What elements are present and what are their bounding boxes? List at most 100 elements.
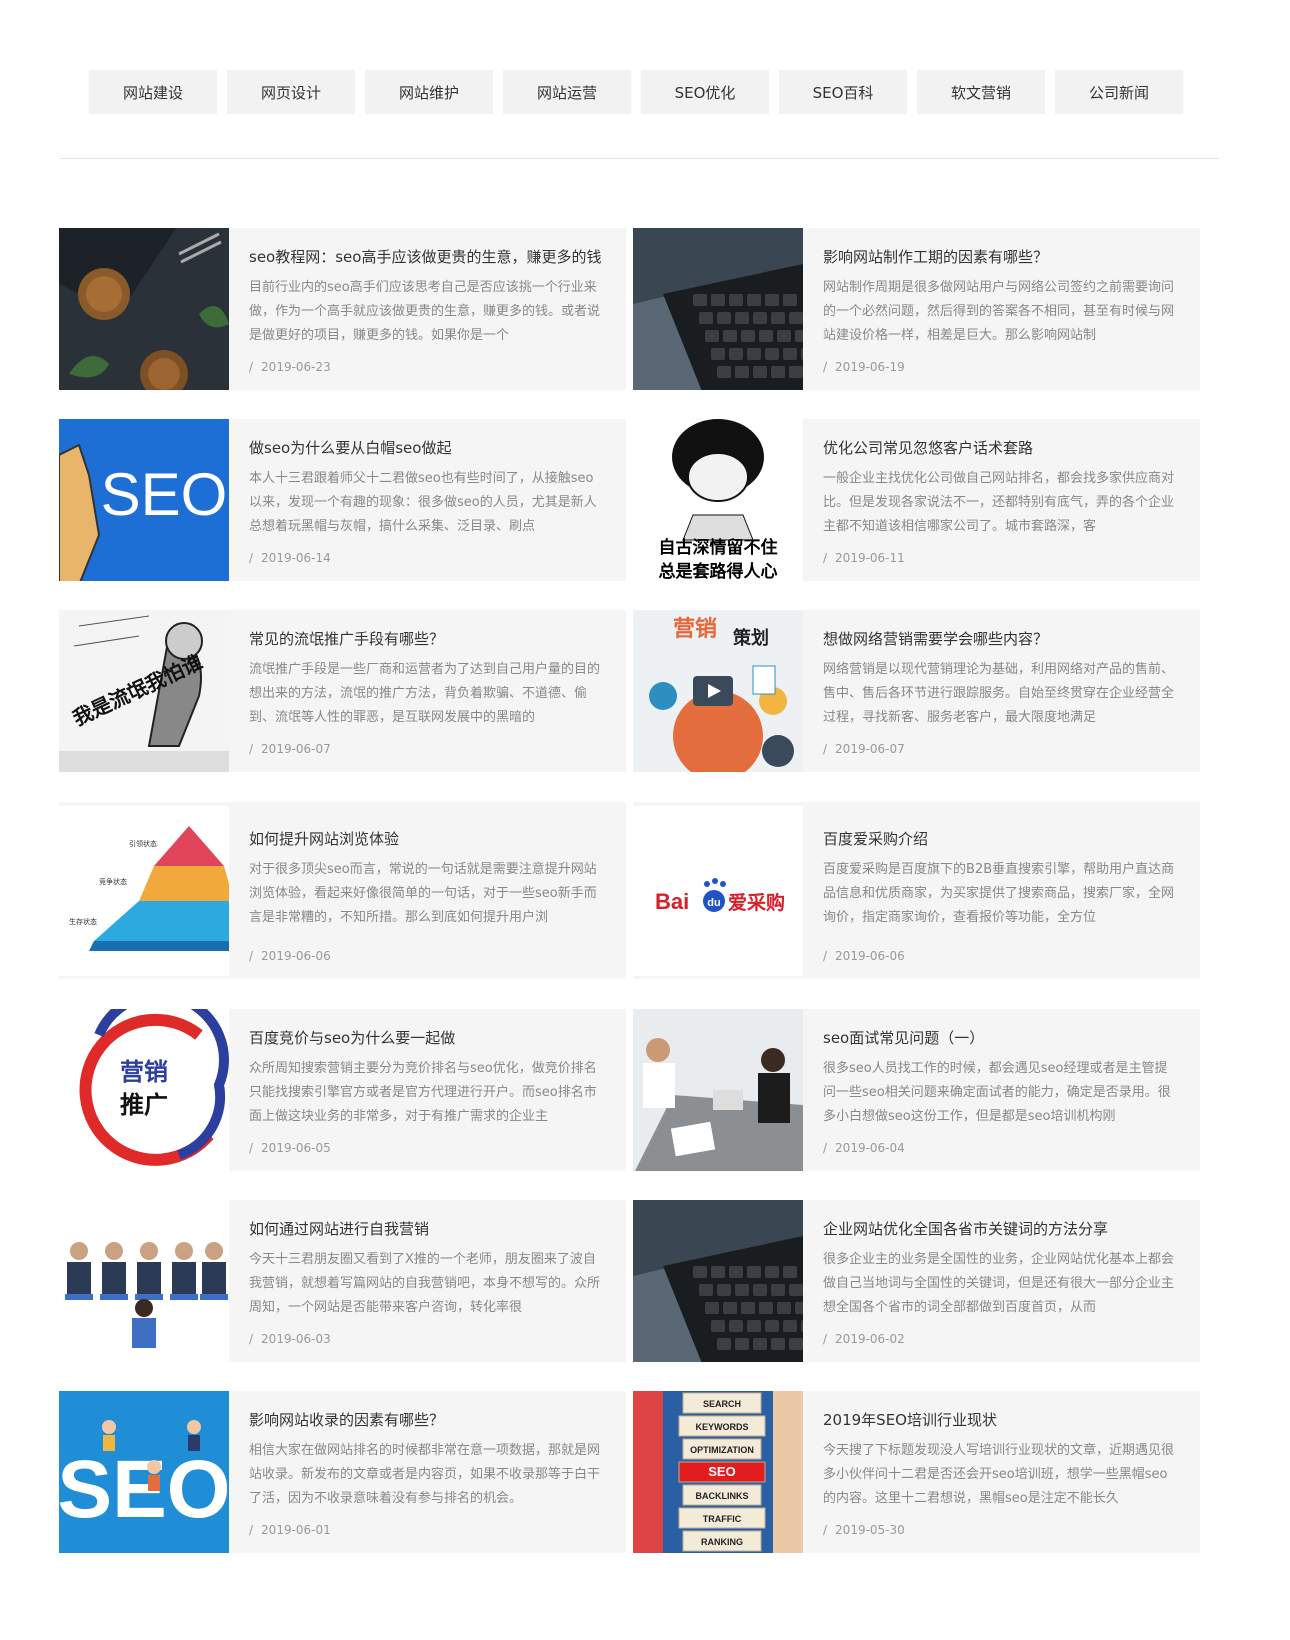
article-date: / 2019-06-19 (823, 360, 905, 374)
article-card[interactable]: 企业网站优化全国各省市关键词的方法分享很多企业主的业务是全国性的业务，企业网站优… (633, 1200, 1200, 1362)
svg-text:营销: 营销 (673, 617, 717, 642)
date-separator: / (249, 551, 254, 565)
article-excerpt: 对于很多顶尖seo而言，常说的一句话就是需要注意提升网站浏览体验，看起来好像很简… (249, 862, 597, 925)
article-thumbnail[interactable] (633, 1009, 803, 1171)
article-card[interactable]: 营销 策划 想做网络营销需要学会哪些内容？ 网络营销是以现代营销理论为基础，利用网… (633, 610, 1200, 772)
article-title[interactable]: 常见的流氓推广手段有哪些？ (249, 628, 606, 650)
article-date: / 2019-06-03 (249, 1332, 331, 1346)
article-body: 想做网络营销需要学会哪些内容？ 网络营销是以现代营销理论为基础，利用网络对产品的售… (803, 610, 1200, 772)
article-body: 如何提升网站浏览体验对于很多顶尖seo而言，常说的一句话就是需要注意提升网站浏览… (229, 802, 626, 979)
article-card[interactable]: Bai du 爱采购 百度爱采购介绍 百度爱采购是百度旗下的B2B垂直搜索引擎，帮助… (633, 802, 1200, 979)
article-card[interactable]: 我是流氓我怕谁 常见的流氓推广手段有哪些？ 流氓推广手段是一些厂商和运营者为了达到自… (59, 610, 626, 772)
date-separator: / (249, 1141, 254, 1155)
nav-item-6[interactable]: 软文营销 (917, 70, 1045, 114)
date-separator: / (823, 1332, 828, 1346)
date-value: 2019-06-11 (835, 551, 905, 565)
article-body: seo面试常见问题（一） 很多seo人员找工作的时候，都会遇见seo经理或者是主管… (803, 1009, 1200, 1171)
article-excerpt: 百度爱采购是百度旗下的B2B垂直搜索引擎，帮助用户直达商品信息和优质商家，为买家… (823, 862, 1175, 925)
article-excerpt: 很多seo人员找工作的时候，都会遇见seo经理或者是主管提问一些seo相关问题来… (823, 1061, 1171, 1124)
article-card[interactable]: 影响网站制作工期的因素有哪些？ 网站制作周期是很多做网站用户与网络公司签约之前需要… (633, 228, 1200, 390)
nav-item-2[interactable]: 网站维护 (365, 70, 493, 114)
svg-text:Bai: Bai (655, 889, 689, 914)
article-excerpt: 网络营销是以现代营销理论为基础，利用网络对产品的售前、售中、售后各环节进行跟踪服… (823, 662, 1175, 725)
article-card[interactable]: seo面试常见问题（一） 很多seo人员找工作的时候，都会遇见seo经理或者是主管… (633, 1009, 1200, 1171)
svg-text:BACKLINKS: BACKLINKS (696, 1491, 749, 1501)
article-title[interactable]: 想做网络营销需要学会哪些内容？ (823, 628, 1180, 650)
article-body: 企业网站优化全国各省市关键词的方法分享很多企业主的业务是全国性的业务，企业网站优… (803, 1200, 1200, 1362)
date-value: 2019-06-03 (261, 1332, 331, 1346)
svg-text:爱采购: 爱采购 (728, 891, 785, 914)
article-body: 影响网站收录的因素有哪些？ 相信大家在做网站排名的时候都非常在意一项数据，那就是网… (229, 1391, 626, 1553)
article-thumbnail[interactable]: SEO (59, 419, 229, 581)
article-title[interactable]: 百度竞价与seo为什么要一起做 (249, 1027, 606, 1049)
article-title[interactable]: seo教程网：seo高手应该做更贵的生意，赚更多的钱 (249, 246, 606, 268)
date-separator: / (249, 949, 254, 963)
date-value: 2019-06-04 (835, 1141, 905, 1155)
article-card[interactable]: seo教程网：seo高手应该做更贵的生意，赚更多的钱 目前行业内的seo高手们应该… (59, 228, 626, 390)
nav-item-4[interactable]: SEO优化 (641, 70, 769, 114)
nav-item-3[interactable]: 网站运营 (503, 70, 631, 114)
article-card[interactable]: SEO 影响网站收录的因素有哪些？ 相信大家在做网站排名的时候都非常在意一项数据，… (59, 1391, 626, 1553)
article-title[interactable]: 百度爱采购介绍 (823, 828, 1180, 850)
article-title[interactable]: 2019年SEO培训行业现状 (823, 1409, 1180, 1431)
svg-text:总是套路得人心: 总是套路得人心 (659, 561, 778, 581)
svg-text:营销: 营销 (120, 1058, 168, 1086)
article-thumbnail[interactable] (59, 228, 229, 390)
date-value: 2019-05-30 (835, 1523, 905, 1537)
date-value: 2019-06-07 (835, 742, 905, 756)
article-date: / 2019-06-07 (823, 742, 905, 756)
svg-text:推广: 推广 (120, 1091, 168, 1119)
article-thumbnail[interactable]: Bai du 爱采购 (633, 802, 803, 979)
article-card[interactable]: SEO 做seo为什么要从白帽seo做起本人十三君跟着师父十二君做seo也有些时间… (59, 419, 626, 581)
article-body: 优化公司常见忽悠客户话术套路一般企业主找优化公司做自己网站排名，都会找多家供应商… (803, 419, 1200, 581)
article-title[interactable]: 影响网站收录的因素有哪些？ (249, 1409, 606, 1431)
article-card[interactable]: SEARCH KEYWORDS OPTIMIZATION SEO BACKLINKS TR… (633, 1391, 1200, 1553)
article-excerpt: 很多企业主的业务是全国性的业务，企业网站优化基本上都会做自己当地词与全国性的关键… (823, 1252, 1175, 1315)
article-thumbnail[interactable]: 引领状态 竞争状态 生存状态 (59, 802, 229, 979)
nav-item-1[interactable]: 网页设计 (227, 70, 355, 114)
article-thumbnail[interactable]: SEARCH KEYWORDS OPTIMIZATION SEO BACKLINKS TR… (633, 1391, 803, 1553)
article-title[interactable]: seo面试常见问题（一） (823, 1027, 1180, 1049)
article-date: / 2019-06-06 (823, 949, 905, 963)
article-date: / 2019-06-01 (249, 1523, 331, 1537)
article-card[interactable]: 自古深情留不住 总是套路得人心 优化公司常见忽悠客户话术套路一般企业主找优化公司做… (633, 419, 1200, 581)
article-thumbnail[interactable] (59, 1200, 229, 1362)
nav-item-0[interactable]: 网站建设 (89, 70, 217, 114)
article-title[interactable]: 如何通过网站进行自我营销 (249, 1218, 606, 1240)
article-title[interactable]: 如何提升网站浏览体验 (249, 828, 606, 850)
date-separator: / (823, 360, 828, 374)
article-title[interactable]: 企业网站优化全国各省市关键词的方法分享 (823, 1218, 1180, 1240)
date-value: 2019-06-23 (261, 360, 331, 374)
svg-text:TRAFFIC: TRAFFIC (703, 1514, 742, 1524)
article-thumbnail[interactable]: 我是流氓我怕谁 (59, 610, 229, 772)
nav-item-7[interactable]: 公司新闻 (1055, 70, 1183, 114)
article-excerpt: 网站制作周期是很多做网站用户与网络公司签约之前需要询问的一个必然问题，然后得到的… (823, 280, 1175, 343)
svg-text:引领状态: 引领状态 (129, 839, 157, 848)
date-separator: / (823, 1523, 828, 1537)
article-card[interactable]: 营销 推广 百度竞价与seo为什么要一起做 众所周知搜索营销主要分为竞价排名与seo… (59, 1009, 626, 1171)
article-card[interactable]: 如何通过网站进行自我营销 今天十三君朋友圈又看到了X推的一个老师，朋友圈来了波自我… (59, 1200, 626, 1362)
article-thumbnail[interactable] (633, 228, 803, 390)
article-thumbnail[interactable]: 营销 策划 (633, 610, 803, 772)
article-title[interactable]: 影响网站制作工期的因素有哪些？ (823, 246, 1180, 268)
svg-text:SEO: SEO (708, 1464, 735, 1479)
article-card[interactable]: 引领状态 竞争状态 生存状态 如何提升网站浏览体验对于很多顶尖seo而言，常说的一… (59, 802, 626, 979)
article-date: / 2019-06-02 (823, 1332, 905, 1346)
article-title[interactable]: 做seo为什么要从白帽seo做起 (249, 437, 606, 459)
article-title[interactable]: 优化公司常见忽悠客户话术套路 (823, 437, 1180, 459)
date-separator: / (823, 742, 828, 756)
article-thumbnail[interactable]: 营销 推广 (59, 1009, 229, 1171)
article-body: 百度竞价与seo为什么要一起做 众所周知搜索营销主要分为竞价排名与seo优化，做竞… (229, 1009, 626, 1171)
article-thumbnail[interactable]: 自古深情留不住 总是套路得人心 (633, 419, 803, 581)
article-date: / 2019-06-07 (249, 742, 331, 756)
article-thumbnail[interactable] (633, 1200, 803, 1362)
article-thumbnail[interactable]: SEO (59, 1391, 229, 1553)
seo-text: SEO (101, 461, 228, 528)
svg-text:du: du (707, 897, 720, 909)
article-excerpt: 本人十三君跟着师父十二君做seo也有些时间了，从接触seo以来，发现一个有趣的现… (249, 471, 597, 534)
seo-text: SEO (59, 1444, 229, 1535)
article-excerpt: 流氓推广手段是一些厂商和运营者为了达到自己用户量的目的想出来的方法，流氓的推广方… (249, 662, 601, 725)
article-excerpt: 一般企业主找优化公司做自己网站排名，都会找多家供应商对比。但是发现各家说法不一，… (823, 471, 1175, 534)
article-excerpt: 今天搜了下标题发现没人写培训行业现状的文章，近期遇见很多小伙伴问十二君是否还会开… (823, 1443, 1175, 1506)
nav-item-5[interactable]: SEO百科 (779, 70, 907, 114)
